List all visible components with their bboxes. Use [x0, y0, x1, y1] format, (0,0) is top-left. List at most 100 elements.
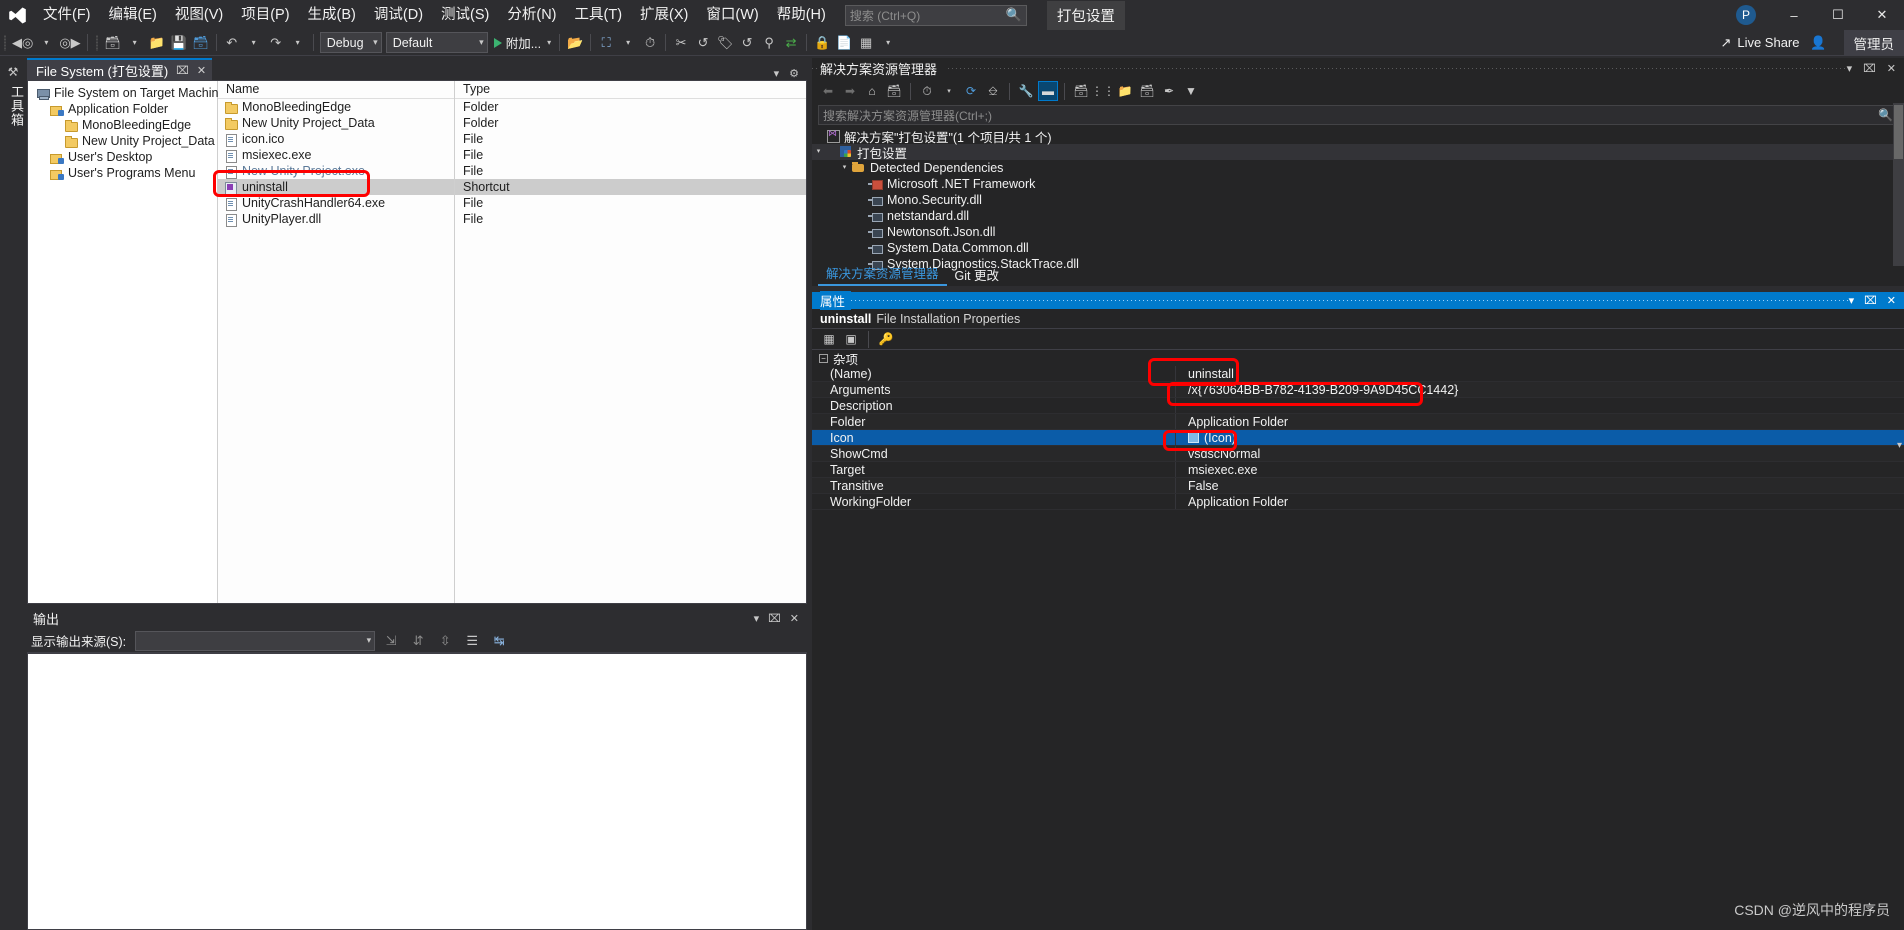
branch-icon[interactable]: ⚲	[758, 32, 780, 54]
tree-item-application-folder[interactable]: Application Folder	[30, 101, 217, 117]
save-all-icon[interactable]: 🗃	[190, 32, 212, 54]
solution-tree-item-newtonsoft-json[interactable]: Newtonsoft.Json.dll	[812, 224, 1904, 240]
tag-icon[interactable]: 🏷	[714, 32, 736, 54]
property-value[interactable]: msiexec.exe	[1176, 462, 1904, 477]
navigate-icon[interactable]: ↺	[692, 32, 714, 54]
tree-item-monobleedingedge[interactable]: MonoBleedingEdge	[30, 117, 217, 133]
property-value[interactable]: Application Folder	[1176, 414, 1904, 429]
property-row-workingfolder[interactable]: WorkingFolder Application Folder	[812, 494, 1904, 510]
categorized-icon[interactable]: ▦	[820, 331, 838, 348]
menu-item-tools[interactable]: 工具(T)	[566, 0, 632, 30]
wrap-text-icon[interactable]: ☰	[461, 630, 483, 652]
redo-icon[interactable]: ↷	[265, 32, 287, 54]
file-list-row[interactable]: New Unity Project_Data	[218, 115, 454, 131]
solution-explorer-search-input[interactable]: 搜索解决方案资源管理器(Ctrl+;) 🔍	[818, 105, 1898, 125]
navigate-forward-icon[interactable]: ◎▶	[57, 32, 82, 54]
property-row-arguments[interactable]: Arguments /x{763064BB-B782-4139-B209-9A9…	[812, 382, 1904, 398]
file-list-row[interactable]: icon.ico	[218, 131, 454, 147]
scrollbar-thumb[interactable]	[1894, 105, 1903, 159]
solution-tree-item-mono-security[interactable]: Mono.Security.dll	[812, 192, 1904, 208]
toolbar-overflow-icon[interactable]: ▾	[877, 32, 899, 54]
collapse-all-icon[interactable]: ⎒	[983, 81, 1003, 101]
solution-tree-item-dotnet-framework[interactable]: Microsoft .NET Framework	[812, 176, 1904, 192]
menu-item-help[interactable]: 帮助(H)	[768, 0, 835, 30]
go-to-next-icon[interactable]: ⇳	[434, 630, 456, 652]
solution-configuration-combo[interactable]: Debug ▾	[319, 32, 382, 53]
solution-platform-combo[interactable]: Default ▾	[385, 32, 488, 53]
tree-item-users-desktop[interactable]: User's Desktop	[30, 149, 217, 165]
attach-button[interactable]: 附加... ▾	[490, 32, 555, 54]
chevron-down-icon[interactable]: ▾	[1847, 62, 1853, 75]
search-filter-icon[interactable]: ▼	[1181, 81, 1201, 101]
undo-dropdown-icon[interactable]: ▾	[243, 32, 265, 54]
lock-icon[interactable]: 🔒	[811, 32, 833, 54]
close-icon[interactable]: ✕	[1887, 62, 1896, 75]
solution-tree-item-system-data-common[interactable]: System.Data.Common.dll	[812, 240, 1904, 256]
close-icon[interactable]: ✕	[790, 612, 799, 625]
property-row-name[interactable]: (Name) uninstall	[812, 366, 1904, 382]
menu-item-build[interactable]: 生成(B)	[299, 0, 365, 30]
snapshot-icon[interactable]: 📂	[564, 32, 586, 54]
file-list-row[interactable]: New Unity Project.exe	[218, 163, 454, 179]
forward-icon[interactable]: ➡	[840, 81, 860, 101]
property-category-row[interactable]: − 杂项	[812, 350, 1904, 367]
menu-item-project[interactable]: 项目(P)	[232, 0, 298, 30]
invite-user-icon[interactable]: 👤	[1808, 32, 1830, 54]
avatar[interactable]: P	[1736, 5, 1756, 25]
menu-item-test[interactable]: 测试(S)	[432, 0, 498, 30]
copy-icon[interactable]: 📄	[833, 32, 855, 54]
pin-icon[interactable]: ⌧	[1863, 62, 1876, 75]
new-folder-icon[interactable]: 📁	[1115, 81, 1135, 101]
gear-icon[interactable]: ⚙	[789, 67, 799, 80]
file-list-row-uninstall[interactable]: uninstall	[218, 179, 454, 195]
property-value[interactable]: uninstall	[1176, 366, 1904, 381]
sync-icon[interactable]: ⇄	[780, 32, 802, 54]
undo-icon[interactable]: ↶	[221, 32, 243, 54]
solution-tree-item-solution[interactable]: 解决方案"打包设置"(1 个项目/共 1 个)	[812, 128, 1904, 145]
pin-icon[interactable]: ⌧	[768, 612, 781, 625]
chevron-down-icon[interactable]: ▾	[838, 160, 851, 176]
filter-icon[interactable]: ✒	[1159, 81, 1179, 101]
menu-item-analyze[interactable]: 分析(N)	[498, 0, 565, 30]
property-value-dropdown-icon[interactable]: ▾	[1897, 440, 1902, 451]
chevron-down-icon[interactable]: ▾	[774, 67, 780, 80]
new-project-icon[interactable]: 🗃	[102, 32, 124, 54]
close-icon[interactable]: ✕	[1887, 294, 1896, 307]
preview-selected-items-icon[interactable]: 🗃	[1071, 81, 1091, 101]
column-header-type[interactable]: Type	[455, 81, 806, 99]
find-message-icon[interactable]: ⇲	[380, 630, 402, 652]
iis-dropdown-icon[interactable]: ▾	[617, 32, 639, 54]
file-list-row[interactable]: msiexec.exe	[218, 147, 454, 163]
navigate-back-dropdown-icon[interactable]: ▾	[35, 32, 57, 54]
property-row-showcmd[interactable]: ShowCmd vsdscNormal	[812, 446, 1904, 462]
property-row-folder[interactable]: Folder Application Folder	[812, 414, 1904, 430]
quick-launch-search[interactable]: 搜索 (Ctrl+Q) 🔍	[844, 4, 1027, 26]
solution-explorer-scrollbar[interactable]	[1893, 103, 1904, 266]
chevron-down-icon[interactable]: ▾	[812, 144, 825, 160]
property-row-transitive[interactable]: Transitive False	[812, 478, 1904, 494]
refresh-icon[interactable]: ⟳	[961, 81, 981, 101]
sync-with-active-document-icon[interactable]: ⏱	[917, 81, 937, 101]
toolbox-strip[interactable]: ⚒ 工具箱	[0, 57, 26, 930]
menu-item-extensions[interactable]: 扩展(X)	[631, 0, 697, 30]
show-all-files-icon[interactable]: ▬	[1038, 81, 1058, 101]
tree-item-target-machine[interactable]: File System on Target Machine	[30, 85, 225, 101]
property-row-target[interactable]: Target msiexec.exe	[812, 462, 1904, 478]
toolbar-grip-2[interactable]	[92, 30, 102, 56]
pending-changes-icon[interactable]: 🗃	[884, 81, 904, 101]
property-value-cell[interactable]: (Icon)	[1176, 430, 1904, 445]
property-value[interactable]: /x{763064BB-B782-4139-B209-9A9D45CC1442}	[1176, 382, 1904, 397]
class-view-icon[interactable]: ⋮⋮	[1091, 81, 1115, 101]
maximize-button[interactable]: ☐	[1816, 0, 1860, 30]
collapse-toggle-icon[interactable]: −	[819, 353, 828, 363]
toolbar-grip[interactable]	[0, 30, 10, 56]
search-icon[interactable]: 🔍	[1878, 108, 1893, 122]
menu-item-edit[interactable]: 编辑(E)	[100, 0, 166, 30]
pin-icon[interactable]: ⌧	[176, 64, 189, 77]
nested-view-icon[interactable]: 🗃	[1137, 81, 1157, 101]
navigate-back-icon[interactable]: ◀◎	[10, 32, 35, 54]
file-list-row[interactable]: UnityPlayer.dll	[218, 211, 454, 227]
tree-item-users-programs-menu[interactable]: User's Programs Menu	[30, 165, 217, 181]
solution-tree-item-project[interactable]: ▾ 打包设置	[812, 144, 1904, 161]
property-row-icon[interactable]: Icon (Icon)	[812, 430, 1904, 446]
